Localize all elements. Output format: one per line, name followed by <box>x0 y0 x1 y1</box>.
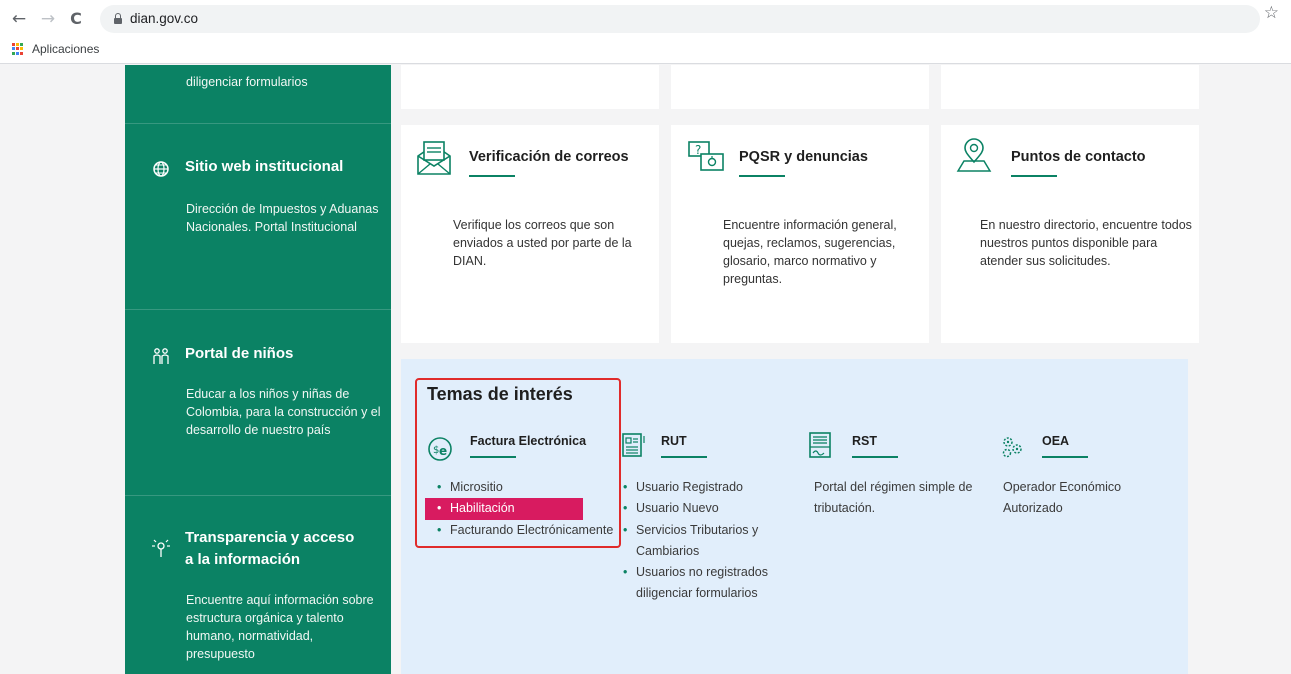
card-description: Verifique los correos que son enviados a… <box>453 218 632 268</box>
address-bar[interactable]: dian.gov.co <box>100 5 1260 33</box>
card-title[interactable]: Verificación de correos <box>469 149 629 165</box>
card-description: Encuentre información general, quejas, r… <box>723 218 897 286</box>
link-usuario-registrado[interactable]: Usuario Registrado <box>623 477 768 499</box>
card-description: En nuestro directorio, encuentre todos n… <box>980 218 1192 268</box>
divider <box>125 495 391 496</box>
card-partial <box>671 65 929 109</box>
reload-icon[interactable]: C <box>66 9 86 29</box>
sidebar-item-title-line1[interactable]: Transparencia y acceso <box>185 528 354 548</box>
document-id-icon <box>622 433 645 457</box>
location-pin-icon <box>956 138 992 172</box>
title-underline <box>1011 175 1057 177</box>
apps-bookmark-label[interactable]: Aplicaciones <box>32 42 99 56</box>
rut-links: Usuario Registrado Usuario Nuevo Servici… <box>623 477 768 605</box>
column-title[interactable]: OEA <box>1042 434 1069 448</box>
sidebar-item-description: diligenciar formularios <box>186 75 308 89</box>
forward-arrow-icon[interactable]: → <box>38 9 58 29</box>
transparency-icon <box>152 539 170 557</box>
card-pqsr[interactable]: ? PQSR y denuncias Encuentre información… <box>671 125 929 343</box>
children-icon <box>153 348 169 364</box>
title-underline <box>469 175 515 177</box>
oea-description[interactable]: Operador Económico Autorizado <box>1003 477 1153 520</box>
url-text[interactable]: dian.gov.co <box>130 11 198 26</box>
card-partial <box>941 65 1199 109</box>
sidebar-item-title[interactable]: Portal de niños <box>185 344 293 364</box>
title-underline <box>1042 456 1088 458</box>
rst-description[interactable]: Portal del régimen simple de tributación… <box>814 477 994 520</box>
tax-document-icon <box>809 432 831 458</box>
card-title[interactable]: Puntos de contacto <box>1011 149 1146 165</box>
sidebar-item-title[interactable]: Sitio web institucional <box>185 157 343 177</box>
apps-grid-icon[interactable] <box>12 43 24 55</box>
link-servicios-tributarios[interactable]: Servicios Tributarios y <box>623 520 768 542</box>
sidebar-item-description: Encuentre aquí información sobre estruct… <box>186 593 374 661</box>
sidebar-item-title-line2[interactable]: a la información <box>185 550 300 570</box>
bookmark-star-icon[interactable]: ☆ <box>1264 3 1279 23</box>
gears-icon <box>1002 437 1022 458</box>
globe-icon <box>153 161 169 177</box>
sidebar-item-description: Educar a los niños y niñas de Colombia, … <box>186 387 381 437</box>
complaints-icon: ? <box>688 141 724 171</box>
sidebar-item-description: Dirección de Impuestos y Aduanas Naciona… <box>186 202 379 234</box>
bookmarks-bar: Aplicaciones <box>0 38 1291 62</box>
back-arrow-icon[interactable]: ← <box>9 9 29 29</box>
browser-toolbar: ← → C dian.gov.co ☆ Aplicaciones <box>0 0 1291 64</box>
title-underline <box>661 456 707 458</box>
annotation-highlight-box <box>415 378 621 548</box>
divider <box>125 123 391 124</box>
link-usuario-nuevo[interactable]: Usuario Nuevo <box>623 498 768 520</box>
card-partial <box>401 65 659 109</box>
card-title[interactable]: PQSR y denuncias <box>739 149 868 165</box>
column-title[interactable]: RUT <box>661 434 687 448</box>
link-servicios-tributarios-cont[interactable]: Cambiarios <box>623 541 768 562</box>
card-verificacion-correos[interactable]: Verificación de correos Verifique los co… <box>401 125 659 343</box>
card-puntos-contacto[interactable]: Puntos de contacto En nuestro directorio… <box>941 125 1199 343</box>
page-content: diligenciar formularios Sitio web instit… <box>0 65 1291 674</box>
title-underline <box>739 175 785 177</box>
title-underline <box>852 456 898 458</box>
email-verification-icon <box>417 141 451 175</box>
green-sidebar: diligenciar formularios Sitio web instit… <box>125 65 391 674</box>
lock-icon <box>114 13 122 24</box>
link-usuarios-no-registrados-cont[interactable]: diligenciar formularios <box>623 583 768 604</box>
divider <box>125 309 391 310</box>
link-usuarios-no-registrados[interactable]: Usuarios no registrados <box>623 562 768 584</box>
column-title[interactable]: RST <box>852 434 877 448</box>
